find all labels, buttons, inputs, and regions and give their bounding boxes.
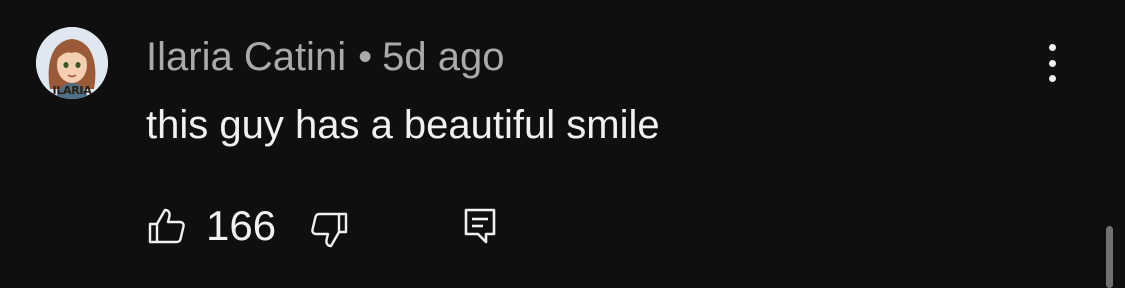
like-count: 166	[206, 202, 277, 249]
thumbs-down-icon	[311, 212, 348, 248]
scrollbar[interactable]	[1106, 226, 1113, 288]
like-button[interactable]	[146, 206, 186, 246]
dislike-button[interactable]	[310, 206, 350, 248]
avatar[interactable]: ILARIA	[36, 27, 108, 99]
header-separator: •	[358, 35, 373, 79]
reply-icon	[464, 208, 496, 244]
comment-header: Ilaria Catini • 5d ago	[146, 34, 504, 80]
author-name[interactable]: Ilaria Catini	[146, 35, 346, 79]
reply-button[interactable]	[462, 206, 498, 246]
more-options-button[interactable]	[1036, 42, 1068, 84]
comment-thread-item: ILARIA Ilaria Catini • 5d ago this guy has…	[0, 0, 1125, 288]
comment-timestamp[interactable]: 5d ago	[382, 35, 504, 79]
thumbs-up-icon	[148, 208, 185, 244]
comment-actions: 166	[146, 200, 498, 252]
avatar-text: ILARIA	[52, 84, 92, 97]
more-vertical-icon	[1048, 44, 1056, 82]
comment-text: this guy has a beautiful smile	[146, 103, 660, 147]
